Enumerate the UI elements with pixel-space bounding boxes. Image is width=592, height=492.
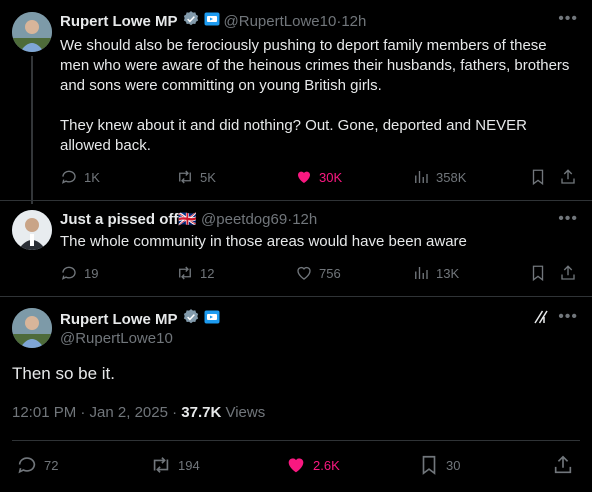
verified-badge <box>182 308 200 330</box>
views-button[interactable]: 13K <box>412 264 459 282</box>
reply-count: 19 <box>84 265 99 281</box>
author-handle[interactable]: @RupertLowe10 <box>224 13 337 30</box>
like-button[interactable]: 2.6K <box>285 454 340 476</box>
like-icon <box>298 171 310 183</box>
affiliate-badge[interactable] <box>204 11 220 31</box>
tweet-meta: 12:01 PM · Jan 2, 2025 · 37.7K Views <box>12 404 265 421</box>
thread-line <box>31 56 33 204</box>
tweet-header: Rupert Lowe MP @RupertLowe10 · 12h <box>60 10 366 32</box>
views-icon <box>415 267 428 279</box>
like-icon <box>297 266 311 280</box>
share-icon <box>561 265 575 280</box>
share-button[interactable] <box>552 454 574 476</box>
views-count: 13K <box>436 265 460 281</box>
more-icon[interactable]: ••• <box>558 10 578 28</box>
repost-button[interactable]: 5K <box>176 168 216 186</box>
repost-count: 194 <box>178 457 200 473</box>
author-handle[interactable]: @RupertLowe10 <box>60 330 173 347</box>
repost-count: 5K <box>200 169 216 185</box>
reply-icon <box>18 457 36 474</box>
tweet-2[interactable]: Just a pissed off 🇬🇧 @peetdog69 · 12h ••… <box>0 200 592 296</box>
reply-button[interactable]: 1K <box>60 168 100 186</box>
like-count: 30K <box>319 169 343 185</box>
tweet-text: We should also be ferociously pushing to… <box>60 37 570 154</box>
author-name[interactable]: Rupert Lowe MP <box>60 13 178 30</box>
tweet-3-main[interactable]: Rupert Lowe MP @RupertLowe10 ••• Then so… <box>0 296 592 492</box>
divider <box>12 440 580 441</box>
verified-badge <box>182 10 200 32</box>
like-button[interactable]: 756 <box>295 264 341 282</box>
views-icon <box>415 171 428 183</box>
tweet-header: Rupert Lowe MP <box>60 308 220 330</box>
like-count: 2.6K <box>313 457 340 473</box>
avatar[interactable] <box>12 308 52 348</box>
views-count: 358K <box>436 169 467 185</box>
reply-icon <box>61 170 76 184</box>
timestamp[interactable]: 12h <box>292 211 317 228</box>
repost-icon <box>179 266 191 280</box>
share-icon <box>554 455 572 474</box>
like-icon <box>288 458 304 473</box>
affiliate-badge[interactable] <box>204 309 220 329</box>
reply-button[interactable]: 19 <box>60 264 98 282</box>
tweet-text: The whole community in those areas would… <box>60 233 467 250</box>
reply-icon <box>61 266 76 280</box>
bookmark-button[interactable] <box>529 264 547 282</box>
reply-button[interactable]: 72 <box>16 454 58 476</box>
action-bar: 1K 5K 30K 358K <box>60 168 580 188</box>
tweet-header: Just a pissed off 🇬🇧 @peetdog69 · 12h <box>60 210 317 229</box>
bookmark-icon <box>532 169 544 186</box>
grok-icon[interactable] <box>532 308 550 331</box>
views-count: 37.7K <box>181 404 222 421</box>
more-icon[interactable]: ••• <box>558 308 578 326</box>
tweet-text: Then so be it. <box>12 364 116 383</box>
author-handle[interactable]: @peetdog69 <box>201 211 287 228</box>
avatar[interactable] <box>12 210 52 250</box>
tweet-1[interactable]: Rupert Lowe MP @RupertLowe10 · 12h ••• W… <box>0 0 592 204</box>
reply-count: 72 <box>44 457 59 473</box>
tweet-timestamp[interactable]: 12:01 PM · Jan 2, 2025 · <box>12 404 181 421</box>
reply-count: 1K <box>84 169 100 185</box>
repost-icon <box>153 457 169 473</box>
action-bar: 72 194 2.6K 30 <box>16 454 580 476</box>
share-button[interactable] <box>559 168 577 186</box>
share-button[interactable] <box>559 264 577 282</box>
bookmark-button[interactable]: 30 <box>418 454 460 476</box>
bookmark-button[interactable] <box>529 168 547 186</box>
repost-icon <box>179 170 191 184</box>
bookmark-icon <box>422 455 436 475</box>
views-label: Views <box>221 404 266 421</box>
more-icon[interactable]: ••• <box>558 210 578 228</box>
repost-count: 12 <box>200 265 215 281</box>
author-name[interactable]: Just a pissed off <box>60 211 178 228</box>
flag-emoji: 🇬🇧 <box>178 211 198 228</box>
like-button[interactable]: 30K <box>295 168 342 186</box>
author-name[interactable]: Rupert Lowe MP <box>60 311 178 328</box>
share-icon <box>561 169 575 184</box>
avatar[interactable] <box>12 12 52 52</box>
action-bar: 19 12 756 13K <box>60 264 580 284</box>
like-count: 756 <box>319 265 341 281</box>
bookmark-icon <box>532 265 544 282</box>
timestamp[interactable]: 12h <box>341 13 366 30</box>
repost-button[interactable]: 194 <box>150 454 200 476</box>
repost-button[interactable]: 12 <box>176 264 214 282</box>
bookmark-count: 30 <box>446 457 461 473</box>
views-button[interactable]: 358K <box>412 168 466 186</box>
